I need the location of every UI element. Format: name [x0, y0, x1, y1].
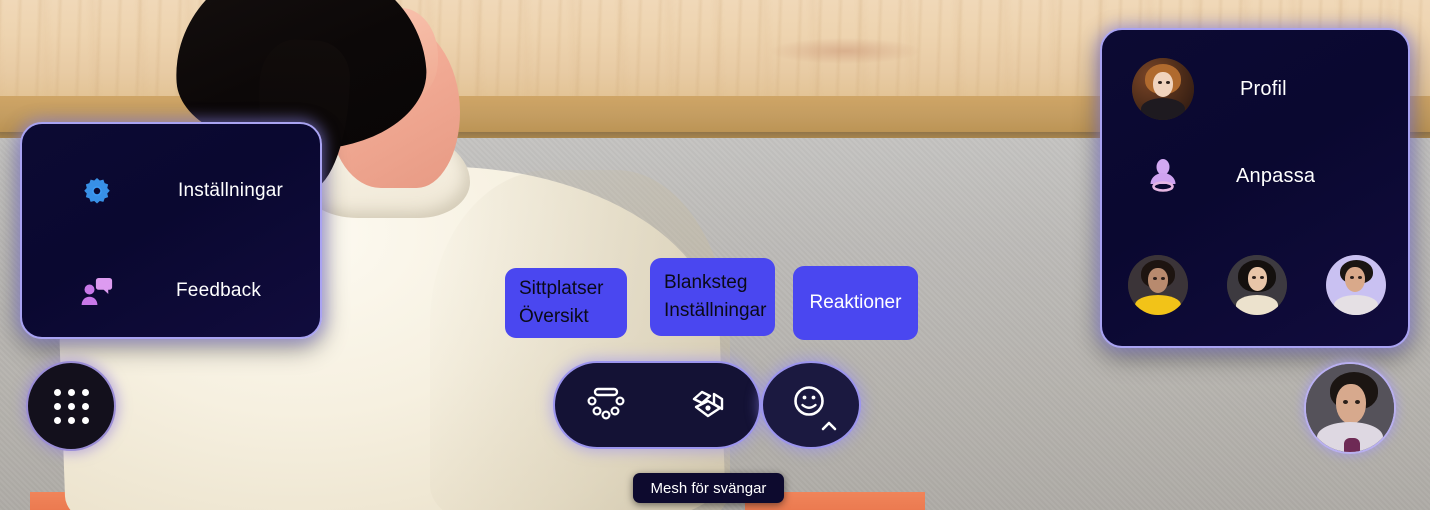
- foreground-avatar-torso-shading: [430, 170, 730, 510]
- chip-spatial-line-1: Blanksteg: [664, 272, 748, 294]
- menu-item-feedback-label: Feedback: [176, 280, 262, 301]
- menu-item-settings[interactable]: Inställningar: [74, 176, 283, 206]
- apps-grid-button[interactable]: [26, 361, 116, 451]
- profile-photo-avatar: [1132, 58, 1194, 120]
- chevron-up-icon: [821, 421, 837, 430]
- tooltip-text: Mesh för svängar: [650, 479, 767, 497]
- profile-menu-panel: Profil Anpassa: [1100, 28, 1410, 348]
- menu-item-anpassa-label: Anpassa: [1236, 164, 1316, 187]
- menu-item-settings-label: Inställningar: [178, 180, 284, 201]
- chip-seating-line-1: Sittplatser: [519, 278, 604, 300]
- chip-reactions-label: Reaktioner: [809, 292, 902, 314]
- chip-spatial-line-2: Inställningar: [664, 300, 767, 321]
- avatar-option-2[interactable]: [1227, 255, 1287, 315]
- immersive-space-icon[interactable]: [682, 379, 734, 431]
- seating-chart-icon[interactable]: [580, 379, 632, 431]
- chip-reactions[interactable]: Reaktioner: [793, 266, 918, 340]
- tooltip: Mesh för svängar: [633, 473, 784, 503]
- chip-seating-overview[interactable]: Sittplatser Översikt: [505, 268, 627, 338]
- feedback-person-chat-icon: [74, 276, 120, 306]
- grid-dots-icon: [53, 388, 89, 424]
- chip-seating-line-2: Översikt: [519, 306, 589, 327]
- menu-item-profile[interactable]: Profil: [1132, 58, 1287, 120]
- self-avatar-preview[interactable]: [1304, 362, 1396, 454]
- settings-menu-panel: Inställningar Feedback: [20, 122, 322, 339]
- menu-item-feedback[interactable]: Feedback: [74, 276, 261, 306]
- avatar-person-icon: [1140, 158, 1186, 194]
- gear-icon: [74, 176, 120, 206]
- wood-knot: [770, 38, 920, 64]
- reaction-button[interactable]: [761, 361, 861, 449]
- avatar-option-1[interactable]: [1128, 255, 1188, 315]
- main-toolbar: [553, 361, 761, 449]
- chip-spatial-settings[interactable]: Blanksteg Inställningar: [650, 258, 775, 336]
- avatar-option-3[interactable]: [1326, 255, 1386, 315]
- menu-item-anpassa[interactable]: Anpassa: [1140, 158, 1315, 194]
- menu-item-profile-label: Profil: [1240, 77, 1287, 100]
- avatar-options-row: [1128, 255, 1386, 315]
